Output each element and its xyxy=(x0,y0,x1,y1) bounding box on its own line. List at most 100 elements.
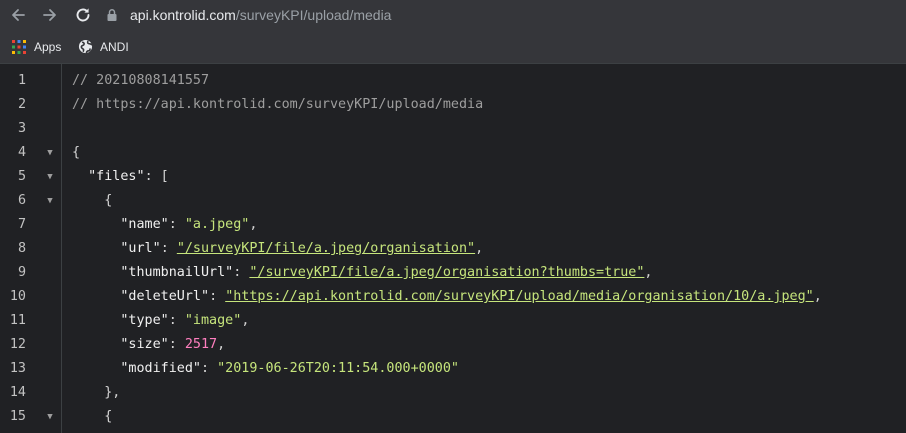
json-key: "size" xyxy=(120,337,169,352)
punctuation: , xyxy=(475,241,484,256)
code-text: "size": 2517, xyxy=(72,333,225,357)
bookmark-andi-label: ANDI xyxy=(100,39,129,54)
code-text: }, xyxy=(72,381,120,405)
apps-grid-icon xyxy=(11,39,27,55)
punctuation: : xyxy=(168,313,185,328)
forward-button[interactable] xyxy=(38,3,62,27)
json-key: "type" xyxy=(120,313,169,328)
code-line: 3 xyxy=(0,117,906,141)
punctuation xyxy=(72,169,88,184)
bookmarks-bar: Apps ANDI xyxy=(0,30,906,64)
bookmark-apps[interactable]: Apps xyxy=(11,30,61,63)
punctuation: { xyxy=(72,193,113,208)
line-number: 5 xyxy=(17,169,26,184)
line-number: 10 xyxy=(9,289,26,304)
punctuation: , xyxy=(644,265,653,280)
punctuation: : xyxy=(160,241,177,256)
forward-arrow-icon xyxy=(43,9,56,21)
browser-toolbar: api.kontrolid.com/surveyKPI/upload/media xyxy=(0,0,906,30)
code-text: "url": "/surveyKPI/file/a.jpeg/organisat… xyxy=(72,237,483,261)
json-string: "a.jpeg" xyxy=(184,217,250,232)
punctuation xyxy=(72,313,120,328)
line-number: 4 xyxy=(17,145,26,160)
address-bar[interactable]: api.kontrolid.com/surveyKPI/upload/media xyxy=(104,0,391,30)
punctuation xyxy=(72,361,120,376)
punctuation xyxy=(72,289,120,304)
fold-toggle-icon[interactable]: ▼ xyxy=(44,141,56,165)
punctuation: : xyxy=(209,289,226,304)
punctuation: : xyxy=(233,265,250,280)
code-text: { xyxy=(72,141,80,165)
json-link[interactable]: "https://api.kontrolid.com/surveyKPI/upl… xyxy=(225,289,814,304)
comment-token: // 20210808141557 xyxy=(72,73,210,88)
code-text: // 20210808141557 xyxy=(72,69,209,93)
fold-toggle-icon[interactable]: ▼ xyxy=(44,165,56,189)
json-string: "2019-06-26T20:11:54.000+0000" xyxy=(217,361,459,376)
code-line: 7 "name": "a.jpeg", xyxy=(0,213,906,237)
punctuation: : xyxy=(168,217,185,232)
fold-toggle-icon[interactable]: ▼ xyxy=(44,405,56,429)
line-number: 11 xyxy=(9,313,26,328)
code-text: "files": [ xyxy=(72,165,169,189)
url-text: api.kontrolid.com/surveyKPI/upload/media xyxy=(130,7,391,23)
code-text: // https://api.kontrolid.com/surveyKPI/u… xyxy=(72,93,483,117)
code-text: { xyxy=(72,189,112,213)
line-number: 7 xyxy=(17,217,26,232)
line-number: 12 xyxy=(9,337,26,352)
punctuation xyxy=(72,217,120,232)
punctuation xyxy=(72,265,120,280)
json-key: "thumbnailUrl" xyxy=(120,265,234,280)
back-button[interactable] xyxy=(6,3,30,27)
line-number: 8 xyxy=(17,241,26,256)
code-line: 6 ▼ { xyxy=(0,189,906,213)
punctuation: { xyxy=(72,145,81,160)
comment-token: // https://api.kontrolid.com/surveyKPI/u… xyxy=(72,97,484,112)
json-link[interactable]: "/surveyKPI/file/a.jpeg/organisation?thu… xyxy=(249,265,644,280)
punctuation: : [ xyxy=(144,169,169,184)
code-line: 8 "url": "/surveyKPI/file/a.jpeg/organis… xyxy=(0,237,906,261)
punctuation: : xyxy=(168,337,185,352)
line-number: 1 xyxy=(17,73,26,88)
code-text: "thumbnailUrl": "/surveyKPI/file/a.jpeg/… xyxy=(72,261,652,285)
bookmark-apps-label: Apps xyxy=(34,39,62,54)
line-number: 13 xyxy=(9,361,26,376)
json-key: "deleteUrl" xyxy=(120,289,210,304)
code-text: "type": "image", xyxy=(72,309,249,333)
line-number: 9 xyxy=(17,265,26,280)
line-number: 6 xyxy=(17,193,26,208)
punctuation: , xyxy=(217,337,226,352)
punctuation: { xyxy=(72,409,113,424)
code-text: "deleteUrl": "https://api.kontrolid.com/… xyxy=(72,285,822,309)
code-line: 9 "thumbnailUrl": "/surveyKPI/file/a.jpe… xyxy=(0,261,906,285)
url-path: /surveyKPI/upload/media xyxy=(235,7,392,23)
punctuation: , xyxy=(241,313,250,328)
code-text: { xyxy=(72,405,112,429)
line-number: 15 xyxy=(9,409,26,424)
code-text: "modified": "2019-06-26T20:11:54.000+000… xyxy=(72,357,459,381)
json-key: "modified" xyxy=(120,361,201,376)
punctuation: }, xyxy=(72,385,121,400)
globe-icon xyxy=(77,39,93,55)
code-line: 10 "deleteUrl": "https://api.kontrolid.c… xyxy=(0,285,906,309)
punctuation xyxy=(72,337,120,352)
json-link[interactable]: "/surveyKPI/file/a.jpeg/organisation" xyxy=(177,241,475,256)
code-line: 14 }, xyxy=(0,381,906,405)
url-host: api.kontrolid.com xyxy=(130,7,236,23)
json-key: "files" xyxy=(88,169,145,184)
back-arrow-icon xyxy=(12,9,25,21)
punctuation: , xyxy=(813,289,822,304)
json-viewer: 1 // 20210808141557 2 // https://api.kontro… xyxy=(0,64,906,433)
punctuation xyxy=(72,241,120,256)
json-key: "url" xyxy=(120,241,161,256)
line-number: 3 xyxy=(17,121,26,136)
reload-button[interactable] xyxy=(71,3,95,27)
code-line: 2 // https://api.kontrolid.com/surveyKPI/… xyxy=(0,93,906,117)
json-string: "image" xyxy=(184,313,242,328)
punctuation: , xyxy=(249,217,258,232)
code-line: 4 ▼ { xyxy=(0,141,906,165)
fold-toggle-icon[interactable]: ▼ xyxy=(44,189,56,213)
line-number: 2 xyxy=(17,97,26,112)
line-number: 14 xyxy=(9,385,26,400)
bookmark-andi[interactable]: ANDI xyxy=(77,30,129,63)
code-text: "name": "a.jpeg", xyxy=(72,213,257,237)
